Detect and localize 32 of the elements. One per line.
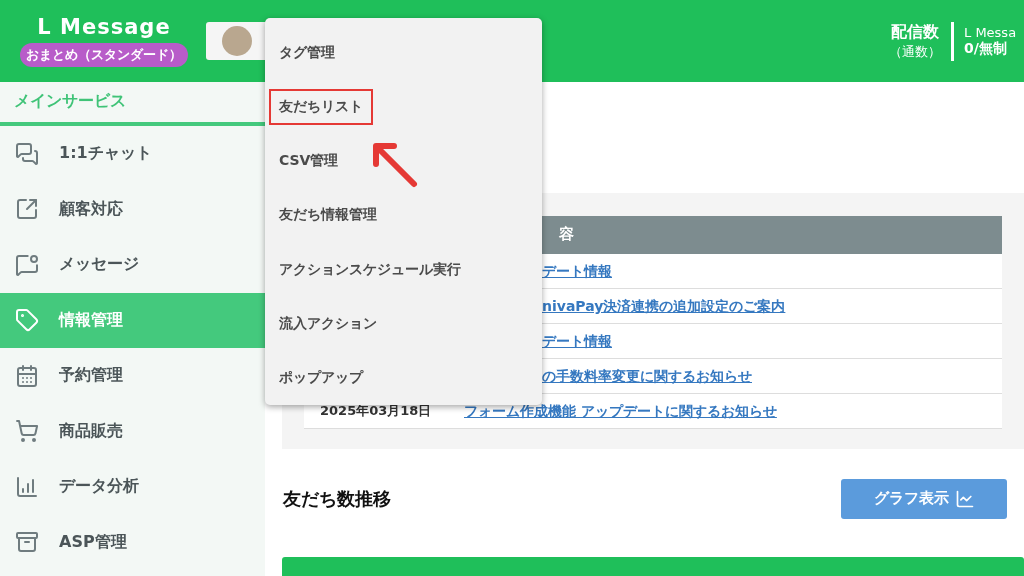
delivery-sublabel: （通数） <box>889 42 941 61</box>
calendar-icon <box>15 363 39 388</box>
sidebar-item[interactable]: 商品販売 <box>0 403 265 459</box>
delivery-label: 配信数 <box>891 21 939 43</box>
sidebar-item[interactable]: 予約管理 <box>0 348 265 404</box>
line-chart-icon <box>954 488 975 509</box>
menu-item[interactable]: ポップアップ <box>269 359 373 396</box>
news-link[interactable]: フォーム作成機能 アップデートに関するお知らせ <box>464 402 777 419</box>
menu-item[interactable]: 流入アクション <box>269 305 387 342</box>
sidebar-item[interactable]: データ分析 <box>0 459 265 515</box>
menu-item[interactable]: 友だちリスト <box>269 89 373 126</box>
sidebar-item[interactable]: ASP管理 <box>0 514 265 570</box>
sidebar-item[interactable]: 1:1チャット <box>0 126 265 182</box>
logo-text: L Message <box>37 15 171 39</box>
section-title: 友だち数推移 <box>283 486 391 511</box>
menu-item[interactable]: CSV管理 <box>269 143 349 180</box>
date-cell-text: 2025年03月18日 <box>319 401 433 420</box>
avatar-circle <box>222 26 252 56</box>
chat-bubbles-icon <box>15 141 39 166</box>
account-name: L Messa <box>964 24 1018 40</box>
archive-icon <box>15 530 39 555</box>
account-selector[interactable] <box>206 22 268 60</box>
arrow-square-icon <box>15 197 39 222</box>
plan-badge: おまとめ（スタンダード） <box>20 43 188 67</box>
tag-icon <box>15 308 39 333</box>
bar-chart-icon <box>15 474 39 499</box>
menu-item[interactable]: アクションスケジュール実行 <box>269 251 471 288</box>
menu-item[interactable]: タグ管理 <box>269 35 345 72</box>
cart-icon <box>15 419 39 444</box>
sidebar-item[interactable]: 顧客対応 <box>0 181 265 237</box>
sidebar-item[interactable]: メッセージ <box>0 237 265 293</box>
delivery-count: 0/無制 <box>964 39 1008 58</box>
